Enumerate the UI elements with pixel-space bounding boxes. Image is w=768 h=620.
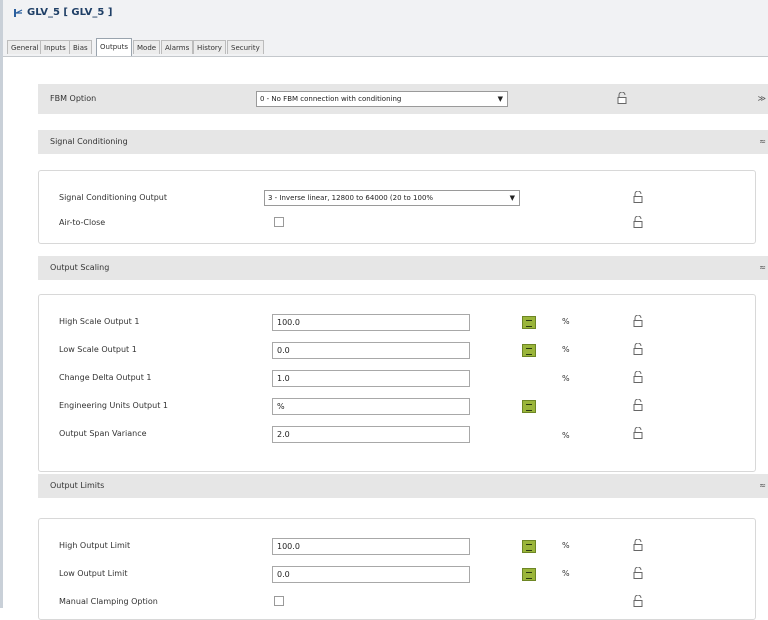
output-limits-header[interactable]: Output Limits ≈	[38, 474, 768, 498]
signal-conditioning-output-dropdown[interactable]: 3 - Inverse linear, 12800 to 64000 (20 t…	[264, 190, 520, 206]
tab-alarms[interactable]: Alarms	[161, 40, 194, 54]
engineering-units-output-label: Engineering Units Output 1	[59, 401, 168, 410]
low-output-limit-field[interactable]: 0.0	[272, 566, 470, 583]
engineering-units-output-field[interactable]: %	[272, 398, 470, 415]
air-to-close-checkbox[interactable]	[274, 217, 284, 227]
chevron-down-icon: ▼	[497, 95, 503, 103]
lookup-button-icon[interactable]	[522, 316, 536, 329]
tab-mode[interactable]: Mode	[133, 40, 161, 54]
fbm-option-dropdown[interactable]: 0 - No FBM connection with conditioning …	[256, 91, 508, 107]
signal-conditioning-output-label: Signal Conditioning Output	[59, 193, 167, 202]
change-delta-output-field[interactable]: 1.0	[272, 370, 470, 387]
lookup-button-icon[interactable]	[522, 344, 536, 357]
fbm-option-label: FBM Option	[50, 94, 97, 103]
output-scaling-header[interactable]: Output Scaling ≈	[38, 256, 768, 280]
collapse-arrow-icon[interactable]: ≈	[759, 263, 766, 272]
output-scaling-title: Output Scaling	[50, 263, 110, 272]
output-limits-panel: High Output Limit 100.0 % Low Output Lim…	[38, 518, 756, 620]
signal-conditioning-title: Signal Conditioning	[50, 137, 128, 146]
tab-history[interactable]: History	[193, 40, 226, 54]
signal-conditioning-header[interactable]: Signal Conditioning ≈	[38, 130, 768, 154]
padlock-open-icon[interactable]	[632, 343, 644, 355]
unit-label: %	[562, 374, 570, 383]
manual-clamping-option-label: Manual Clamping Option	[59, 597, 158, 606]
signal-conditioning-output-value: 3 - Inverse linear, 12800 to 64000 (20 t…	[268, 194, 434, 202]
title-bar: GLV_5 [ GLV_5 ]	[3, 0, 768, 26]
lookup-button-icon[interactable]	[522, 568, 536, 581]
padlock-open-icon[interactable]	[632, 567, 644, 579]
signal-conditioning-panel: Signal Conditioning Output 3 - Inverse l…	[38, 170, 756, 244]
outputs-content: FBM Option 0 - No FBM connection with co…	[28, 56, 768, 620]
high-output-limit-field[interactable]: 100.0	[272, 538, 470, 555]
fbm-option-row: FBM Option 0 - No FBM connection with co…	[38, 84, 768, 114]
tab-bar: General Inputs Bias Outputs Mode Alarms …	[3, 26, 768, 57]
high-scale-output-label: High Scale Output 1	[59, 317, 140, 326]
padlock-open-icon[interactable]	[632, 427, 644, 439]
collapse-arrow-icon[interactable]: ≫	[758, 94, 766, 103]
padlock-open-icon[interactable]	[632, 191, 644, 203]
output-span-variance-label: Output Span Variance	[59, 429, 147, 438]
lookup-button-icon[interactable]	[522, 400, 536, 413]
padlock-open-icon[interactable]	[616, 92, 628, 104]
block-icon	[14, 9, 23, 17]
output-span-variance-field[interactable]: 2.0	[272, 426, 470, 443]
padlock-open-icon[interactable]	[632, 595, 644, 607]
manual-clamping-checkbox[interactable]	[274, 596, 284, 606]
low-scale-output-field[interactable]: 0.0	[272, 342, 470, 359]
tab-bias[interactable]: Bias	[69, 40, 92, 54]
padlock-open-icon[interactable]	[632, 399, 644, 411]
unit-label: %	[562, 431, 570, 440]
low-output-limit-label: Low Output Limit	[59, 569, 128, 578]
tab-general[interactable]: General	[7, 40, 43, 54]
tab-security[interactable]: Security	[227, 40, 264, 54]
output-scaling-panel: High Scale Output 1 100.0 % Low Scale Ou…	[38, 294, 756, 472]
unit-label: %	[562, 317, 570, 326]
high-scale-output-field[interactable]: 100.0	[272, 314, 470, 331]
unit-label: %	[562, 569, 570, 578]
collapse-arrow-icon[interactable]: ≈	[759, 137, 766, 146]
padlock-open-icon[interactable]	[632, 371, 644, 383]
padlock-open-icon[interactable]	[632, 539, 644, 551]
change-delta-output-label: Change Delta Output 1	[59, 373, 152, 382]
tab-inputs[interactable]: Inputs	[40, 40, 70, 54]
window-left-edge	[0, 0, 3, 608]
fbm-option-value: 0 - No FBM connection with conditioning	[260, 95, 402, 103]
unit-label: %	[562, 541, 570, 550]
lookup-button-icon[interactable]	[522, 540, 536, 553]
unit-label: %	[562, 345, 570, 354]
output-limits-title: Output Limits	[50, 481, 105, 490]
padlock-open-icon[interactable]	[632, 315, 644, 327]
chevron-down-icon: ▼	[509, 194, 515, 202]
air-to-close-label: Air-to-Close	[59, 218, 106, 227]
low-scale-output-label: Low Scale Output 1	[59, 345, 137, 354]
collapse-arrow-icon[interactable]: ≈	[759, 481, 766, 490]
high-output-limit-label: High Output Limit	[59, 541, 131, 550]
tab-outputs[interactable]: Outputs	[96, 38, 132, 56]
window-title: GLV_5 [ GLV_5 ]	[27, 7, 113, 18]
padlock-open-icon[interactable]	[632, 216, 644, 228]
